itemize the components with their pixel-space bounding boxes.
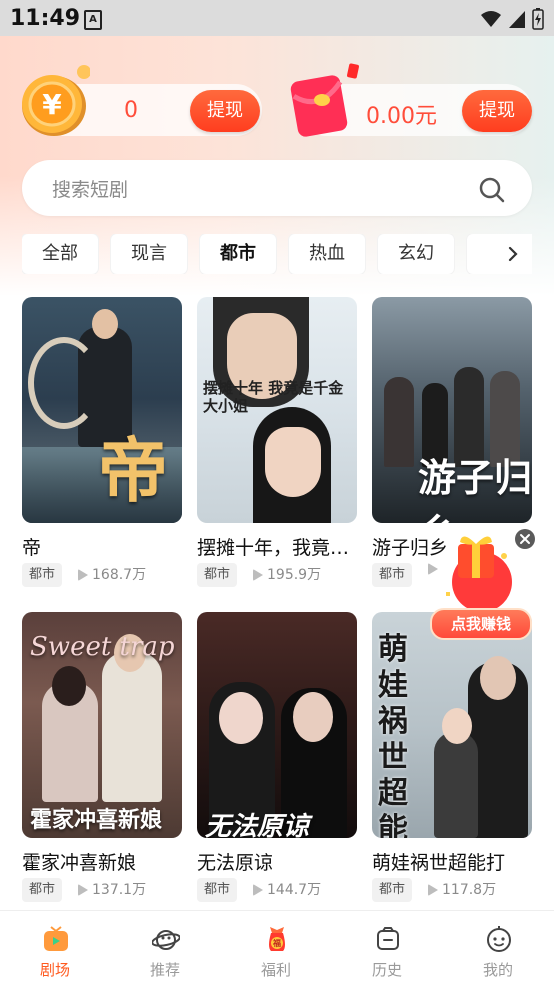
nav-history-label: 历史 bbox=[371, 961, 402, 979]
view-count: 168.7万 bbox=[78, 563, 146, 587]
view-count: 137.1万 bbox=[78, 878, 146, 902]
view-count-value: 117.8万 bbox=[442, 882, 497, 898]
nav-theater[interactable]: 剧场 bbox=[0, 911, 110, 987]
tabs-scroll-button[interactable] bbox=[494, 234, 532, 274]
cash-amount: 0.00元 bbox=[366, 104, 437, 129]
poster-title-text: 游子归乡 bbox=[418, 456, 532, 523]
genre-tag: 都市 bbox=[22, 878, 63, 902]
red-envelope-icon bbox=[290, 63, 359, 137]
play-icon bbox=[253, 569, 263, 581]
drama-poster[interactable]: 帝 bbox=[22, 297, 182, 523]
tab-all[interactable]: 全部 bbox=[22, 234, 98, 274]
coin-icon: ¥ bbox=[22, 65, 90, 136]
play-icon bbox=[428, 884, 438, 896]
wifi-icon bbox=[481, 11, 501, 27]
tab-fantasy[interactable]: 玄幻 bbox=[378, 234, 454, 274]
genre-tag: 都市 bbox=[197, 878, 238, 902]
cash-withdraw-button[interactable]: 提现 bbox=[462, 90, 532, 132]
category-tabs: 全部 现言 都市 热血 玄幻 古 bbox=[22, 234, 532, 274]
view-count-value: 144.7万 bbox=[267, 882, 322, 898]
view-count-value: 137.1万 bbox=[92, 882, 147, 898]
poster-title-text: 萌娃祸世超能打 bbox=[378, 632, 408, 838]
nav-history[interactable]: 历史 bbox=[332, 911, 442, 987]
drama-poster[interactable]: 游子归乡 bbox=[372, 297, 532, 523]
view-count: 117.8万 bbox=[428, 878, 496, 902]
view-count-value: 195.9万 bbox=[267, 567, 322, 583]
profile-icon bbox=[487, 926, 511, 952]
drama-poster[interactable]: 萌娃祸世超能打 bbox=[372, 612, 532, 838]
poster-title-text: 无法原谅 bbox=[205, 812, 310, 838]
nav-profile-label: 我的 bbox=[482, 961, 513, 979]
tab-urban[interactable]: 都市 bbox=[200, 234, 276, 274]
gift-box-icon bbox=[446, 536, 512, 612]
tab-romance[interactable]: 现言 bbox=[111, 234, 187, 274]
bottom-nav: 剧场 推荐 福 福利 历史 我的 bbox=[0, 910, 554, 987]
planet-icon bbox=[152, 930, 180, 950]
status-bar: 11:49 A bbox=[0, 0, 554, 36]
drama-card[interactable]: Sweet trap 霍家冲喜新娘 霍家冲喜新娘 都市 137.1万 bbox=[22, 612, 182, 902]
drama-card[interactable]: 摆摊十年 我竟是千金大小姐 摆摊十年，我竟… 都市 195.9万 bbox=[197, 297, 357, 587]
drama-title: 萌娃祸世超能打 bbox=[372, 852, 506, 874]
drama-card[interactable]: 帝 帝 都市 168.7万 bbox=[22, 297, 182, 587]
close-icon bbox=[520, 534, 530, 544]
drama-poster[interactable]: 摆摊十年 我竟是千金大小姐 bbox=[197, 297, 357, 523]
genre-tag: 都市 bbox=[197, 563, 238, 587]
poster-title-text: 摆摊十年 我竟是千金大小姐 bbox=[203, 379, 344, 415]
battery-icon bbox=[532, 8, 544, 30]
view-count: 144.7万 bbox=[253, 878, 321, 902]
earn-money-button[interactable]: 点我赚钱 bbox=[430, 608, 532, 640]
drama-poster[interactable]: 无法原谅 bbox=[197, 612, 357, 838]
sim-icon: A bbox=[84, 10, 102, 30]
genre-tag: 都市 bbox=[372, 563, 413, 587]
tv-icon bbox=[44, 926, 68, 951]
drama-title: 霍家冲喜新娘 bbox=[22, 852, 137, 874]
nav-recommend-label: 推荐 bbox=[149, 961, 180, 979]
poster-subtitle-text: Sweet trap bbox=[30, 632, 175, 662]
drama-card[interactable]: 无法原谅 无法原谅 都市 144.7万 bbox=[197, 612, 357, 902]
nav-benefits-label: 福利 bbox=[260, 961, 291, 979]
poster-title-text: 霍家冲喜新娘 bbox=[30, 808, 163, 833]
play-icon bbox=[78, 884, 88, 896]
status-time: 11:49 bbox=[10, 6, 81, 31]
history-icon bbox=[377, 927, 399, 950]
search-bar[interactable]: 搜索短剧 bbox=[22, 160, 532, 216]
drama-card[interactable]: 萌娃祸世超能打 萌娃祸世超能打 都市 117.8万 bbox=[372, 612, 532, 902]
genre-tag: 都市 bbox=[22, 563, 63, 587]
poster-title-text: 帝 bbox=[98, 430, 168, 512]
nav-recommend[interactable]: 推荐 bbox=[110, 911, 220, 987]
nav-profile[interactable]: 我的 bbox=[443, 911, 553, 987]
signal-icon bbox=[509, 11, 525, 28]
nav-theater-label: 剧场 bbox=[39, 961, 70, 979]
drama-poster[interactable]: Sweet trap 霍家冲喜新娘 bbox=[22, 612, 182, 838]
search-icon[interactable] bbox=[478, 176, 506, 204]
drama-title: 摆摊十年，我竟… bbox=[197, 537, 350, 559]
tab-action[interactable]: 热血 bbox=[289, 234, 365, 274]
lucky-bag-text: 福 bbox=[272, 938, 281, 948]
coin-amount: 0 bbox=[124, 98, 138, 123]
coin-withdraw-button[interactable]: 提现 bbox=[190, 90, 260, 132]
view-count: 195.9万 bbox=[253, 563, 321, 587]
svg-text:¥: ¥ bbox=[42, 88, 62, 121]
close-widget-button[interactable] bbox=[515, 529, 535, 549]
search-placeholder: 搜索短剧 bbox=[52, 179, 129, 201]
lucky-bag-icon: 福 bbox=[269, 927, 285, 951]
view-count-value: 168.7万 bbox=[92, 567, 147, 583]
drama-title: 无法原谅 bbox=[197, 852, 274, 874]
drama-title: 帝 bbox=[22, 537, 42, 559]
play-icon bbox=[78, 569, 88, 581]
status-icons bbox=[480, 8, 544, 30]
chevron-right-icon bbox=[508, 246, 518, 262]
play-icon bbox=[253, 884, 263, 896]
genre-tag: 都市 bbox=[372, 878, 413, 902]
nav-benefits[interactable]: 福 福利 bbox=[221, 911, 331, 987]
